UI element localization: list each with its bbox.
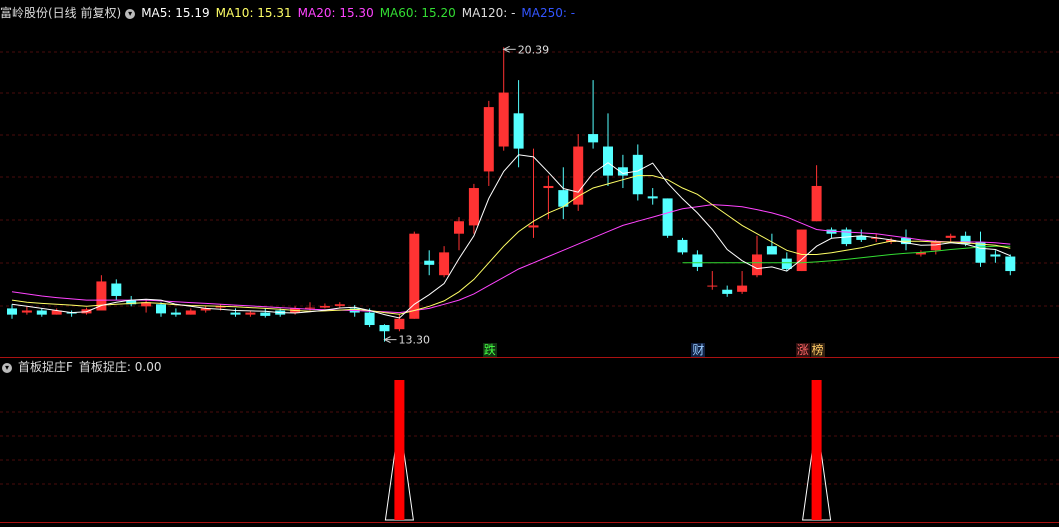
ma60-line [682, 245, 1011, 264]
candle-body [156, 304, 166, 314]
candle-body [796, 229, 807, 272]
high-label: 20.39 [518, 43, 550, 56]
stock-title: 富岭股份(日线 前复权) [0, 6, 122, 20]
candle-body [811, 185, 822, 222]
candle-body [990, 254, 1001, 257]
ma-legend-item: MA20: 15.30 [297, 6, 374, 20]
candle-body [975, 242, 986, 263]
candle-body [36, 310, 47, 315]
settings-chevron-icon[interactable]: ▾ [125, 8, 136, 19]
candle-body [498, 92, 509, 147]
candle-body [170, 312, 181, 315]
ma-legend-item: MA10: 15.31 [215, 6, 292, 20]
ma20-line [11, 204, 1011, 314]
candle-body [468, 188, 479, 226]
candle-body [230, 312, 241, 315]
event-marker[interactable]: 涨 [795, 343, 810, 357]
candle-body [945, 235, 956, 238]
ma-legend-item: MA250: - [521, 6, 576, 20]
candle-body [707, 285, 718, 287]
candle-body [245, 312, 256, 315]
candle-body [439, 252, 450, 276]
ma-legend-item: MA120: - [461, 6, 516, 20]
candle-body [111, 283, 122, 296]
candle-body [379, 325, 390, 332]
candle-body [364, 312, 375, 326]
candle-body [603, 146, 613, 176]
candle-body [737, 285, 748, 292]
candle-body [722, 289, 733, 294]
sub-header: ▾ 首板捉庄F 首板捉庄: 0.00 [0, 358, 167, 376]
candle-body [752, 254, 762, 276]
main-header: 富岭股份(日线 前复权) ▾ MA5: 15.19 MA10: 15.31 MA20: … [0, 4, 587, 22]
ma-legend-item: MA60: 15.20 [379, 6, 456, 20]
candle-body [528, 225, 539, 228]
candle-body [21, 310, 32, 313]
sub-indicator-value: 首板捉庄: 0.00 [78, 360, 162, 374]
candle-body [483, 107, 494, 172]
event-marker[interactable]: 财 [691, 343, 706, 357]
candle-body [260, 312, 271, 316]
candle-body [513, 113, 524, 149]
candle-body [632, 154, 643, 195]
chart-stage: 20.39 13.30 富岭股份(日线 前复权) ▾ MA5: 15.19 MA10: … [0, 0, 1059, 527]
candle-body [394, 318, 405, 330]
candle-body [454, 221, 464, 234]
candle-body [766, 246, 777, 255]
ma-legend: MA5: 15.19 MA10: 15.31 MA20: 15.30 MA60: 15… [141, 6, 581, 20]
candle-body [781, 258, 792, 269]
sub-settings-chevron-icon[interactable]: ▾ [2, 362, 12, 373]
candle-body [334, 304, 345, 306]
candle-body [1005, 256, 1016, 272]
signal-bar [811, 380, 822, 520]
candle-body [305, 307, 315, 309]
low-label: 13.30 [399, 334, 431, 347]
candle-body [319, 305, 330, 308]
event-marker[interactable]: 跌 [482, 343, 497, 357]
candle-body [677, 239, 688, 253]
event-marker[interactable]: 榜 [810, 343, 825, 357]
candle-body [588, 134, 599, 143]
candle-body [185, 310, 196, 315]
signal-bar [394, 380, 405, 520]
candle-body [96, 281, 107, 311]
sub-indicator-title: 首板捉庄F [18, 360, 73, 374]
candle-body [543, 185, 554, 189]
ma10-line [11, 175, 1011, 315]
candlestick-chart: 20.39 13.30 [0, 43, 1059, 523]
candle-body [692, 254, 703, 267]
candle-body [662, 198, 673, 236]
candle-body [930, 242, 941, 251]
candle-body [409, 233, 420, 319]
candle-body [647, 196, 658, 199]
candle-body [424, 260, 435, 265]
ma-legend-item: MA5: 15.19 [141, 6, 210, 20]
candle-body [7, 308, 17, 315]
